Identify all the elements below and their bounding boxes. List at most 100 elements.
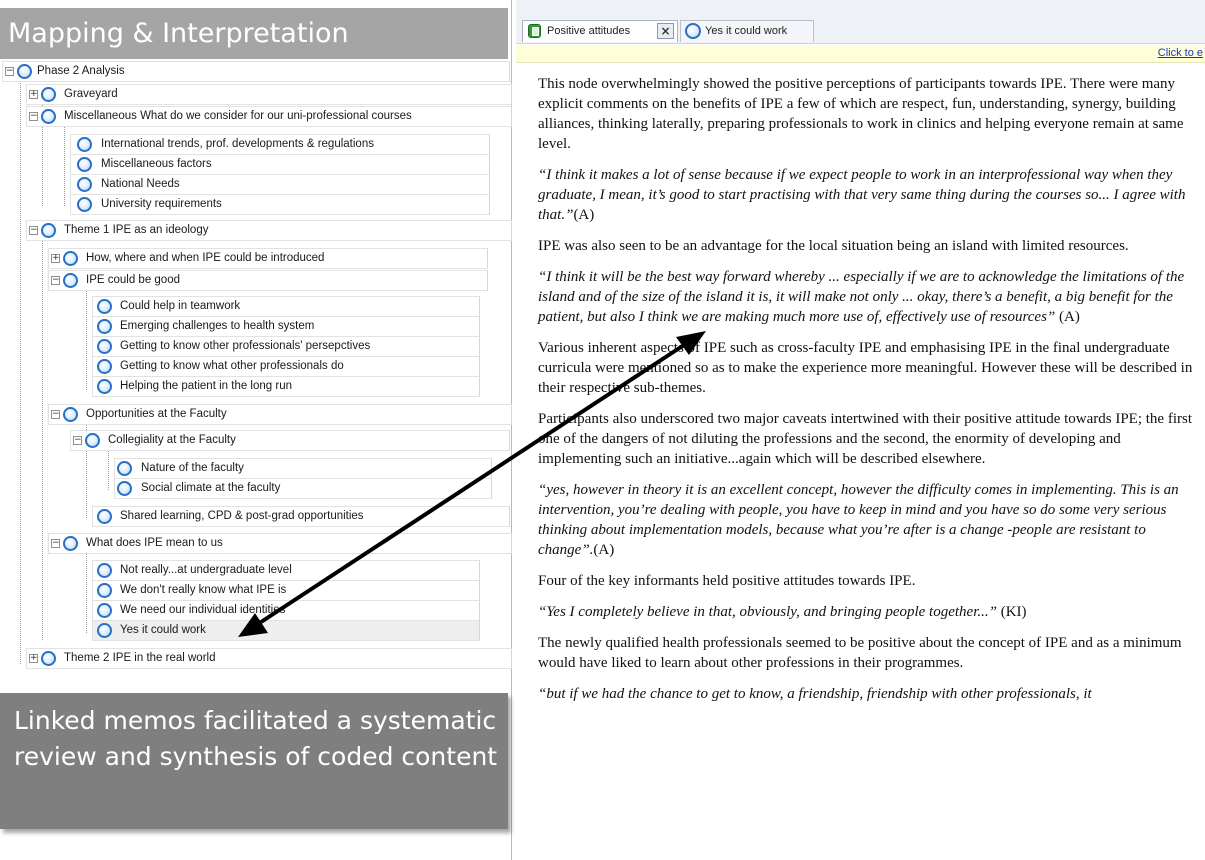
tree-node-could-help-teamwork[interactable]: Could help in teamwork	[92, 296, 480, 317]
collapse-icon[interactable]: −	[73, 436, 82, 445]
node-circle-icon	[97, 319, 112, 334]
collapse-icon[interactable]: −	[29, 226, 38, 235]
tree-node-label: Opportunities at the Faculty	[86, 408, 227, 420]
tree-node-dont-really-know[interactable]: We don't really know what IPE is	[92, 580, 480, 601]
close-icon[interactable]: ×	[657, 23, 674, 39]
node-circle-icon	[97, 379, 112, 394]
node-circle-icon	[63, 251, 78, 266]
memo-caption-overlay: Linked memos facilitated a systematic re…	[0, 693, 508, 829]
tab-positive-attitudes[interactable]: Positive attitudes ×	[522, 20, 678, 42]
tree-node-social-climate[interactable]: Social climate at the faculty	[114, 478, 492, 499]
tree-node-label: Graveyard	[64, 88, 118, 100]
quote-text: “I think it makes a lot of sense because…	[538, 167, 1186, 223]
memo-paragraph: IPE was also seen to be an advantage for…	[538, 238, 1129, 254]
tree-guide-line	[108, 446, 109, 490]
expand-icon[interactable]: +	[51, 254, 60, 263]
node-circle-icon	[685, 23, 701, 39]
tree-guide-line	[42, 240, 43, 640]
memo-quote: “I think it will be the best way forward…	[538, 267, 1198, 327]
memo-quote: “I think it makes a lot of sense because…	[538, 165, 1198, 225]
collapse-icon[interactable]: −	[29, 112, 38, 121]
tree-node-miscellaneous[interactable]: − Miscellaneous What do we consider for …	[26, 106, 512, 127]
tree-node-theme-2[interactable]: + Theme 2 IPE in the real world	[26, 648, 512, 669]
tree-node-how-where-when[interactable]: + How, where and when IPE could be intro…	[48, 248, 488, 269]
expand-icon[interactable]: +	[29, 90, 38, 99]
tree-node-label: Emerging challenges to health system	[120, 320, 315, 332]
node-circle-icon	[117, 461, 132, 476]
quote-attribution: (A)	[593, 542, 615, 558]
tree-node-helping-patient[interactable]: Helping the patient in the long run	[92, 376, 480, 397]
tree-node-phase-2-analysis[interactable]: − Phase 2 Analysis	[2, 61, 510, 82]
tree-node-what-does-ipe-mean[interactable]: − What does IPE mean to us	[48, 533, 512, 554]
tree-node-getting-to-know-perspectives[interactable]: Getting to know other professionals' per…	[92, 336, 480, 357]
tree-node-university-requirements[interactable]: University requirements	[70, 194, 490, 215]
tree-guide-line	[86, 282, 87, 390]
node-circle-icon	[97, 563, 112, 578]
tree-node-miscellaneous-factors[interactable]: Miscellaneous factors	[70, 154, 490, 175]
tree-node-label: We don't really know what IPE is	[120, 584, 287, 596]
quote-text: “I think it will be the best way forward…	[538, 269, 1185, 325]
memo-panel: Positive attitudes × Yes it could work C…	[516, 0, 1205, 860]
tree-node-theme-1[interactable]: − Theme 1 IPE as an ideology	[26, 220, 512, 241]
memo-paragraph: This node overwhelmingly showed the posi…	[538, 76, 1184, 152]
quote-attribution: (KI)	[996, 604, 1027, 620]
tree-node-nature-of-faculty[interactable]: Nature of the faculty	[114, 458, 492, 479]
node-circle-icon	[77, 177, 92, 192]
node-circle-icon	[41, 109, 56, 124]
tree-node-label: IPE could be good	[86, 274, 180, 286]
node-circle-icon	[97, 623, 112, 638]
tree-node-not-really[interactable]: Not really...at undergraduate level	[92, 560, 480, 581]
memo-quote: “yes, however in theory it is an excelle…	[538, 480, 1198, 560]
quote-text: “Yes I completely believe in that, obvio…	[538, 604, 997, 620]
tree-node-label: Yes it could work	[120, 624, 206, 636]
tree-node-collegiality[interactable]: − Collegiality at the Faculty	[70, 430, 510, 451]
tree-node-label: Social climate at the faculty	[141, 482, 281, 494]
quote-attribution: (A)	[1055, 309, 1080, 325]
node-circle-icon	[63, 536, 78, 551]
collapse-icon[interactable]: −	[51, 276, 60, 285]
quote-text: “yes, however in theory it is an excelle…	[538, 482, 1179, 558]
tree-node-label: Theme 2 IPE in the real world	[64, 652, 216, 664]
memo-icon	[528, 24, 541, 38]
expand-icon[interactable]: +	[29, 654, 38, 663]
node-circle-icon	[85, 433, 100, 448]
tree-node-label: Shared learning, CPD & post-grad opportu…	[120, 510, 364, 522]
tree-node-label: Getting to know other professionals' per…	[120, 340, 371, 352]
tree-node-graveyard[interactable]: + Graveyard	[26, 84, 512, 105]
memo-paragraph: Four of the key informants held positive…	[538, 573, 916, 589]
tab-bar: Positive attitudes × Yes it could work	[516, 0, 1205, 44]
memo-quote: “but if we had the chance to get to know…	[538, 686, 1092, 702]
node-circle-icon	[41, 223, 56, 238]
memo-quote: “Yes I completely believe in that, obvio…	[538, 602, 1198, 622]
tree-guide-line	[64, 118, 65, 206]
tree-node-getting-to-know-what[interactable]: Getting to know what other professionals…	[92, 356, 480, 377]
tree-node-label: Collegiality at the Faculty	[108, 434, 236, 446]
tree-node-national-needs[interactable]: National Needs	[70, 174, 490, 195]
node-circle-icon	[77, 197, 92, 212]
memo-text[interactable]: This node overwhelmingly showed the posi…	[538, 74, 1198, 715]
tab-yes-it-could-work[interactable]: Yes it could work	[680, 20, 814, 42]
tree-node-shared-learning[interactable]: Shared learning, CPD & post-grad opportu…	[92, 506, 510, 527]
info-link[interactable]: Click to e	[1158, 47, 1203, 59]
tree-node-opportunities[interactable]: − Opportunities at the Faculty	[48, 404, 512, 425]
collapse-icon[interactable]: −	[5, 67, 14, 76]
tree-node-label: Miscellaneous What do we consider for ou…	[64, 110, 412, 122]
tree-node-label: Not really...at undergraduate level	[120, 564, 292, 576]
tree-node-international-trends[interactable]: International trends, prof. developments…	[70, 134, 490, 155]
tree-node-emerging-challenges[interactable]: Emerging challenges to health system	[92, 316, 480, 337]
info-bar: Click to e	[516, 45, 1205, 63]
tree-node-yes-it-could-work[interactable]: Yes it could work	[92, 620, 480, 641]
tree-node-label: Could help in teamwork	[120, 300, 241, 312]
collapse-icon[interactable]: −	[51, 410, 60, 419]
tree-node-ipe-could-be-good[interactable]: − IPE could be good	[48, 270, 488, 291]
tree-node-label: What does IPE mean to us	[86, 537, 223, 549]
tree-node-individual-identities[interactable]: We need our individual identities	[92, 600, 480, 621]
node-circle-icon	[41, 87, 56, 102]
node-circle-icon	[97, 509, 112, 524]
slide-title-overlay: Mapping & Interpretation	[0, 8, 508, 59]
node-circle-icon	[63, 273, 78, 288]
node-circle-icon	[41, 651, 56, 666]
collapse-icon[interactable]: −	[51, 539, 60, 548]
tree-node-label: Getting to know what other professionals…	[120, 360, 344, 372]
node-circle-icon	[117, 481, 132, 496]
